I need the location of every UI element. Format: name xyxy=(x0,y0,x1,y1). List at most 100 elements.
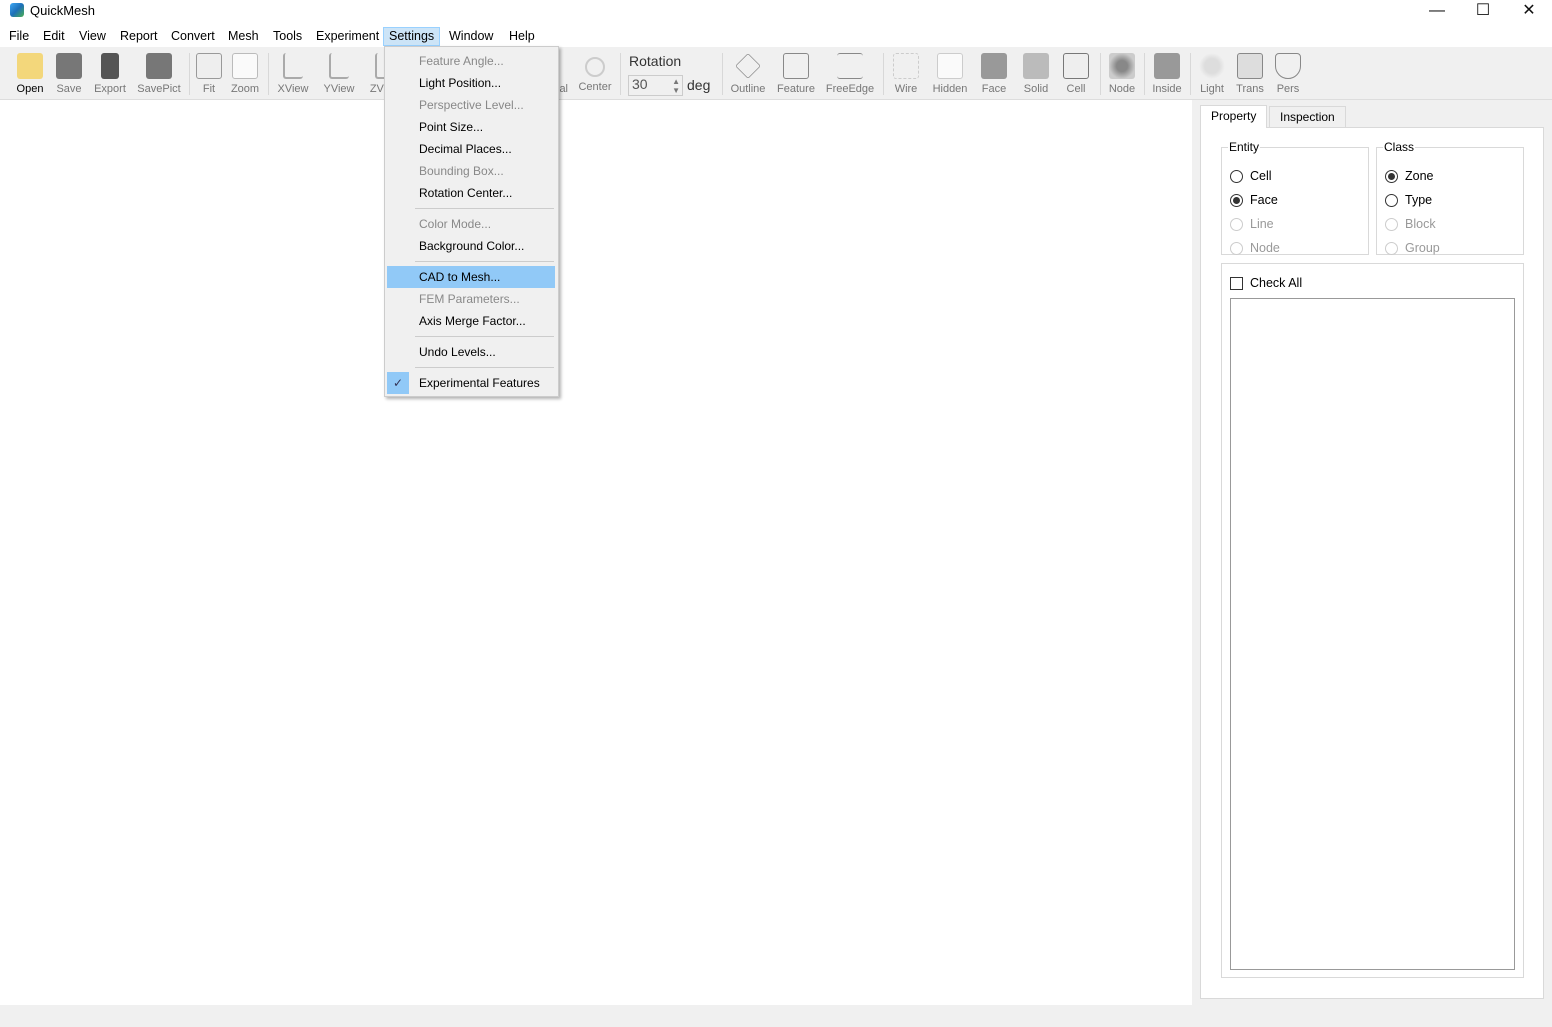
menu-item-feature-angle: Feature Angle... xyxy=(419,54,504,68)
zoom-button[interactable]: Zoom xyxy=(228,51,262,97)
node-icon xyxy=(1109,53,1135,79)
menu-report[interactable]: Report xyxy=(115,28,163,47)
menu-item-undo-levels[interactable]: Undo Levels... xyxy=(387,341,555,363)
minimize-button[interactable]: — xyxy=(1414,0,1460,24)
light-button[interactable]: Light xyxy=(1196,51,1228,97)
menu-separator xyxy=(415,261,554,262)
face-cube-icon xyxy=(981,53,1007,79)
hidden-button[interactable]: Hidden xyxy=(930,51,970,97)
close-button[interactable]: ✕ xyxy=(1506,0,1552,24)
menu-item-background-color[interactable]: Background Color... xyxy=(387,235,555,257)
label: Node xyxy=(1108,83,1136,95)
pers-button[interactable]: Pers xyxy=(1272,51,1304,97)
menu-experiment[interactable]: Experiment xyxy=(311,28,384,47)
radio-circle[interactable] xyxy=(1230,169,1243,183)
export-button[interactable]: Export xyxy=(90,51,130,97)
menu-item-decimal-places[interactable]: Decimal Places... xyxy=(387,138,555,160)
node-button[interactable]: Node xyxy=(1106,51,1138,97)
separator xyxy=(189,53,190,95)
outline-button[interactable]: Outline xyxy=(728,51,768,97)
solid-button[interactable]: Solid xyxy=(1020,51,1052,97)
menu-tools[interactable]: Tools xyxy=(268,28,307,47)
right-panel: Property Inspection Entity Cell Face Lin… xyxy=(1192,100,1552,1005)
label: Node xyxy=(1250,241,1280,255)
camera-icon xyxy=(146,53,172,79)
menu-convert[interactable]: Convert xyxy=(166,28,220,47)
savepict-button[interactable]: SavePict xyxy=(136,51,182,97)
separator xyxy=(620,53,621,95)
yview-button[interactable]: YView xyxy=(320,51,358,97)
radio-face[interactable]: Face xyxy=(1230,192,1278,208)
wire-button[interactable]: Wire xyxy=(890,51,922,97)
xview-button[interactable]: XView xyxy=(274,51,312,97)
label: Light xyxy=(1200,83,1224,95)
fit-icon xyxy=(196,53,222,79)
class-group: Class Zone Type Block Group xyxy=(1376,140,1524,255)
radio-circle[interactable] xyxy=(1230,193,1243,207)
separator xyxy=(1144,53,1145,95)
separator xyxy=(883,53,884,95)
feature-button[interactable]: Feature xyxy=(774,51,818,97)
label: Block xyxy=(1405,217,1436,231)
radio-circle xyxy=(1230,241,1243,255)
checkbox-box[interactable] xyxy=(1230,276,1243,290)
radio-type[interactable]: Type xyxy=(1385,192,1432,208)
menu-item-rotation-center[interactable]: Rotation Center... xyxy=(387,182,555,204)
trans-button[interactable]: Trans xyxy=(1234,51,1266,97)
label: Face xyxy=(981,83,1007,95)
viewport-canvas[interactable] xyxy=(1,100,1191,1005)
radio-zone[interactable]: Zone xyxy=(1385,168,1434,184)
label: Fit xyxy=(202,83,216,95)
menu-help[interactable]: Help xyxy=(504,28,540,47)
menu-item-experimental-features[interactable]: Experimental Features xyxy=(387,372,555,394)
radio-circle[interactable] xyxy=(1385,169,1398,183)
radio-cell[interactable]: Cell xyxy=(1230,168,1272,184)
tab-inspection[interactable]: Inspection xyxy=(1269,106,1346,128)
menu-separator xyxy=(415,336,554,337)
label: Cell xyxy=(1250,169,1272,183)
label: Type xyxy=(1405,193,1433,207)
item-list[interactable] xyxy=(1230,298,1515,970)
label: al xyxy=(559,83,568,95)
menu-item-cad-to-mesh[interactable]: CAD to Mesh... xyxy=(387,266,555,288)
menu-window[interactable]: Window xyxy=(444,28,498,47)
label: Wire xyxy=(894,83,918,95)
folder-icon xyxy=(17,53,43,79)
radio-circle[interactable] xyxy=(1385,193,1398,207)
spin-arrows-icon[interactable]: ▲ ▼ xyxy=(672,77,680,95)
menu-file[interactable]: File xyxy=(4,28,34,47)
center-button[interactable]: Center xyxy=(576,51,614,97)
inside-button[interactable]: Inside xyxy=(1150,51,1184,97)
label: Outline xyxy=(730,83,766,95)
rotation-value[interactable]: 30 xyxy=(632,76,648,92)
title-bar: QuickMesh — ☐ ✕ xyxy=(0,0,1552,24)
save-button[interactable]: Save xyxy=(52,51,86,97)
menu-settings[interactable]: Settings xyxy=(383,27,441,46)
menu-edit[interactable]: Edit xyxy=(38,28,70,47)
menu-item-point-size[interactable]: Point Size... xyxy=(387,116,555,138)
menu-item-light-position[interactable]: Light Position... xyxy=(387,72,555,94)
freeedge-button[interactable]: FreeEdge xyxy=(824,51,876,97)
x-axis-icon xyxy=(283,53,303,79)
menu-item-bounding-box: Bounding Box... xyxy=(419,164,504,178)
cell-button[interactable]: Cell xyxy=(1060,51,1092,97)
check-all-checkbox[interactable]: Check All xyxy=(1230,275,1302,291)
tab-property[interactable]: Property xyxy=(1200,105,1268,128)
label: Zoom xyxy=(230,83,260,95)
radio-circle xyxy=(1230,217,1243,231)
menu-view[interactable]: View xyxy=(74,28,111,47)
radio-circle xyxy=(1385,217,1398,231)
menu-item-perspective-level: Perspective Level... xyxy=(419,98,524,112)
maximize-button[interactable]: ☐ xyxy=(1460,0,1506,24)
label: Check All xyxy=(1250,276,1303,290)
face-button[interactable]: Face xyxy=(978,51,1010,97)
open-button[interactable]: Open xyxy=(12,51,48,97)
rotation-spinbox[interactable]: 30 ▲ ▼ xyxy=(628,75,683,96)
fit-button[interactable]: Fit xyxy=(194,51,224,97)
label: Center xyxy=(578,81,612,93)
label: Group xyxy=(1405,241,1440,255)
freeedge-icon xyxy=(837,53,863,79)
menu-mesh[interactable]: Mesh xyxy=(223,28,264,47)
menu-item-axis-merge-factor[interactable]: Axis Merge Factor... xyxy=(387,310,555,332)
rotation-label: Rotation xyxy=(629,53,682,69)
